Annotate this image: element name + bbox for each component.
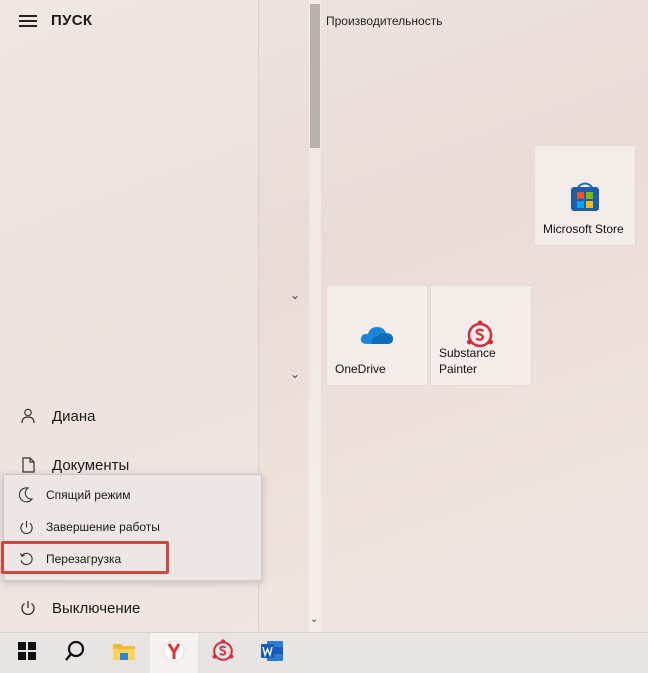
search-icon (64, 640, 86, 667)
power-icon (18, 519, 34, 535)
tile-microsoft-store[interactable]: Microsoft Store (534, 145, 636, 246)
yandex-browser-button[interactable] (150, 633, 198, 673)
nav-user[interactable]: Диана (0, 397, 258, 435)
file-explorer-icon (112, 641, 136, 666)
microsoft-store-icon (568, 179, 602, 218)
shutdown-option[interactable]: Завершение работы (4, 512, 261, 542)
tile-onedrive[interactable]: OneDrive (326, 285, 428, 386)
tile-substance-label-line2: Painter (439, 362, 478, 376)
word-icon (260, 640, 284, 667)
user-icon (20, 408, 36, 424)
tile-substance-painter[interactable]: Substance Painter (430, 285, 532, 386)
nav-power[interactable]: Выключение (0, 589, 258, 627)
search-button[interactable] (51, 633, 99, 673)
hamburger-menu-icon[interactable] (19, 15, 37, 27)
start-title: ПУСК (51, 12, 93, 29)
taskbar (0, 632, 648, 673)
document-icon (20, 457, 36, 473)
tile-microsoft-store-label: Microsoft Store (543, 222, 624, 236)
windows-start-icon (18, 641, 36, 665)
tiles-section-title: Производительность (326, 14, 443, 28)
scroll-down-arrow-icon[interactable]: ⌄ (310, 614, 318, 625)
tile-substance-label: Substance Painter (439, 345, 496, 377)
substance-painter-taskbar-button[interactable] (199, 633, 247, 673)
nav-user-label: Диана (52, 407, 96, 425)
sleep-label: Спящий режим (46, 488, 131, 502)
nav-power-label: Выключение (52, 599, 141, 617)
nav-documents-label: Документы (52, 456, 130, 474)
restart-highlight-frame (1, 541, 169, 574)
scrollbar-thumb[interactable] (310, 4, 320, 148)
chevron-down-icon[interactable]: ⌄ (290, 367, 300, 381)
sleep-option[interactable]: Спящий режим (4, 480, 261, 510)
windows-start-button[interactable] (3, 633, 51, 673)
chevron-down-icon[interactable]: ⌄ (290, 288, 300, 302)
onedrive-cloud-icon (359, 324, 395, 351)
file-explorer-button[interactable] (100, 633, 148, 673)
power-icon (20, 600, 36, 616)
tile-onedrive-label: OneDrive (335, 362, 386, 376)
substance-painter-icon (211, 638, 235, 668)
yandex-browser-icon (163, 640, 185, 667)
tile-substance-label-line1: Substance (439, 346, 496, 360)
shutdown-label: Завершение работы (46, 520, 160, 534)
word-button[interactable] (248, 633, 296, 673)
moon-icon (18, 487, 34, 503)
